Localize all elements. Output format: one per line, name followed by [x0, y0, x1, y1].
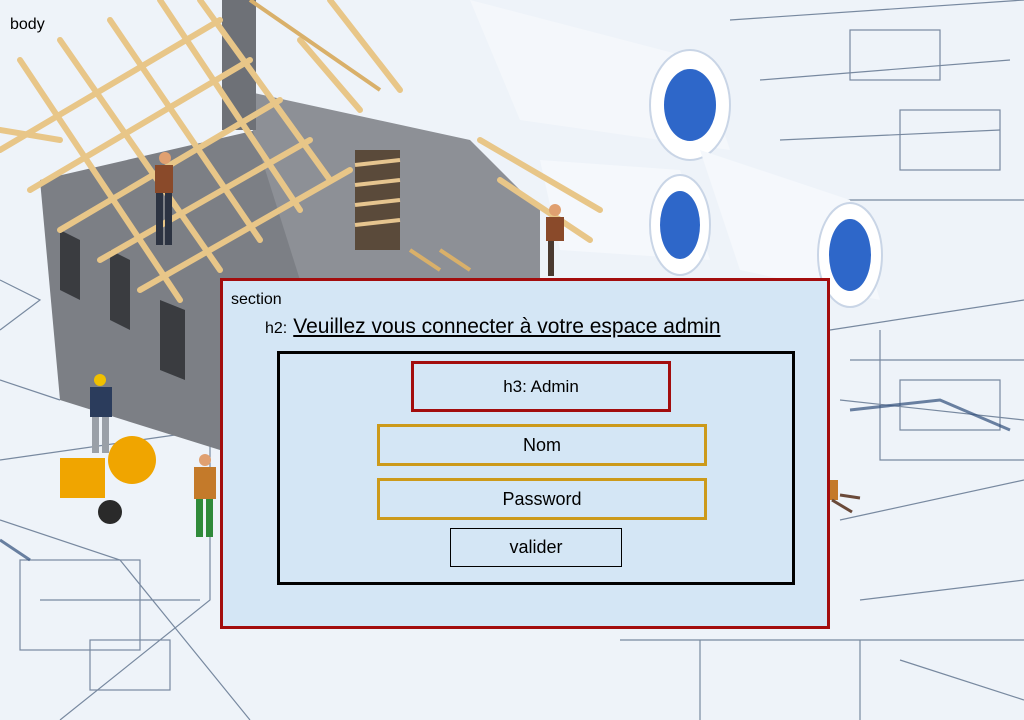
nom-input[interactable]: [377, 424, 707, 466]
page-heading: h2: Veuillez vous connecter à votre espa…: [265, 315, 721, 339]
login-form: h3: Admin valider: [277, 351, 795, 585]
section-label: section: [231, 291, 282, 308]
page-body: { "body_tag": "body", "section": { "tag"…: [0, 0, 1024, 720]
valider-button[interactable]: valider: [450, 528, 622, 567]
password-input[interactable]: [377, 478, 707, 520]
body-label: body: [10, 16, 45, 33]
admin-heading: h3: Admin: [411, 361, 671, 412]
heading-tag-label: h2:: [265, 320, 288, 337]
page-title: Veuillez vous connecter à votre espace a…: [293, 315, 721, 338]
login-section: section h2: Veuillez vous connecter à vo…: [220, 278, 830, 629]
